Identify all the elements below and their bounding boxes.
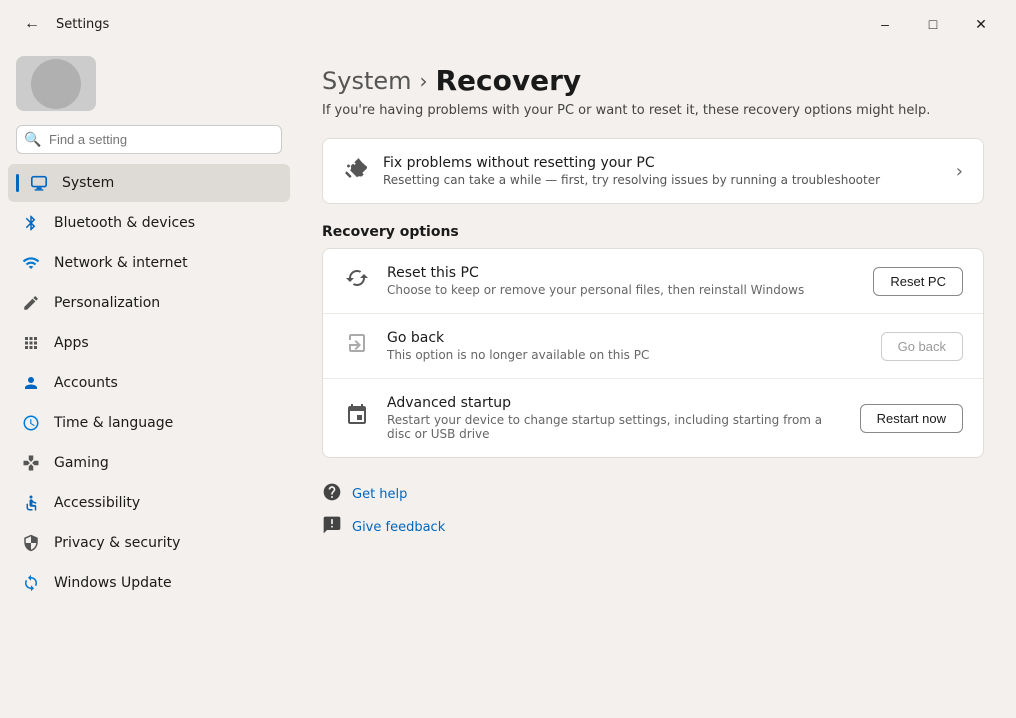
- search-icon: 🔍: [24, 132, 41, 148]
- sidebar-label-time: Time & language: [54, 415, 173, 431]
- fix-problems-text: Fix problems without resetting your PC R…: [383, 155, 940, 187]
- sidebar-label-privacy: Privacy & security: [54, 535, 180, 551]
- reset-pc-desc: Choose to keep or remove your personal f…: [387, 283, 857, 297]
- get-help-link[interactable]: Get help: [322, 482, 984, 507]
- sidebar-label-system: System: [62, 175, 114, 191]
- get-help-label: Get help: [352, 487, 407, 502]
- accounts-icon: [20, 372, 42, 394]
- advanced-startup-desc: Restart your device to change startup se…: [387, 413, 844, 441]
- fix-problems-title: Fix problems without resetting your PC: [383, 155, 940, 171]
- reset-pc-text: Reset this PC Choose to keep or remove y…: [387, 265, 857, 297]
- close-button[interactable]: ✕: [958, 8, 1004, 40]
- apps-icon: [20, 332, 42, 354]
- reset-icon: [343, 266, 371, 296]
- give-feedback-link[interactable]: Give feedback: [322, 515, 984, 540]
- go-back-text: Go back This option is no longer availab…: [387, 330, 865, 362]
- advanced-startup-title: Advanced startup: [387, 395, 844, 411]
- sidebar-label-bluetooth: Bluetooth & devices: [54, 215, 195, 231]
- sidebar-item-accessibility[interactable]: Accessibility: [8, 484, 290, 522]
- reset-pc-title: Reset this PC: [387, 265, 857, 281]
- avatar: [16, 56, 96, 111]
- time-icon: [20, 412, 42, 434]
- sidebar-item-personalization[interactable]: Personalization: [8, 284, 290, 322]
- sidebar-item-gaming[interactable]: Gaming: [8, 444, 290, 482]
- gaming-icon: [20, 452, 42, 474]
- sidebar-label-accounts: Accounts: [54, 375, 118, 391]
- search-box: 🔍: [16, 125, 282, 154]
- reset-pc-button[interactable]: Reset PC: [873, 267, 963, 296]
- option-row-go-back: Go back This option is no longer availab…: [323, 314, 983, 379]
- network-icon: [20, 252, 42, 274]
- update-icon: [20, 572, 42, 594]
- sidebar-label-update: Windows Update: [54, 575, 172, 591]
- breadcrumb: System › Recovery: [322, 64, 984, 97]
- main-content: System › Recovery If you're having probl…: [290, 44, 1016, 718]
- sidebar-item-privacy[interactable]: Privacy & security: [8, 524, 290, 562]
- personalization-icon: [20, 292, 42, 314]
- fix-problems-desc: Resetting can take a while — first, try …: [383, 173, 940, 187]
- restart-now-button[interactable]: Restart now: [860, 404, 963, 433]
- wrench-icon: [343, 156, 367, 186]
- sidebar: 🔍 System Bluetooth & devices Network & i…: [0, 44, 290, 718]
- breadcrumb-current: Recovery: [436, 64, 582, 97]
- sidebar-item-accounts[interactable]: Accounts: [8, 364, 290, 402]
- advanced-startup-text: Advanced startup Restart your device to …: [387, 395, 844, 441]
- page-subtitle: If you're having problems with your PC o…: [322, 103, 984, 118]
- sidebar-label-apps: Apps: [54, 335, 89, 351]
- go-back-title: Go back: [387, 330, 865, 346]
- sidebar-item-time[interactable]: Time & language: [8, 404, 290, 442]
- sidebar-item-bluetooth[interactable]: Bluetooth & devices: [8, 204, 290, 242]
- go-back-icon: [343, 331, 371, 361]
- sidebar-item-update[interactable]: Windows Update: [8, 564, 290, 602]
- app-title: Settings: [56, 17, 109, 32]
- accessibility-icon: [20, 492, 42, 514]
- get-help-icon: [322, 482, 342, 507]
- chevron-right-icon: ›: [956, 161, 963, 182]
- fix-problems-card[interactable]: Fix problems without resetting your PC R…: [322, 138, 984, 204]
- recovery-options-list: Reset this PC Choose to keep or remove y…: [322, 248, 984, 458]
- breadcrumb-parent[interactable]: System: [322, 67, 412, 95]
- system-icon: [28, 172, 50, 194]
- sidebar-item-system[interactable]: System: [8, 164, 290, 202]
- advanced-startup-icon: [343, 403, 371, 433]
- breadcrumb-separator: ›: [420, 69, 428, 93]
- sidebar-label-network: Network & internet: [54, 255, 188, 271]
- sidebar-item-apps[interactable]: Apps: [8, 324, 290, 362]
- sidebar-label-personalization: Personalization: [54, 295, 160, 311]
- sidebar-item-network[interactable]: Network & internet: [8, 244, 290, 282]
- go-back-desc: This option is no longer available on th…: [387, 348, 865, 362]
- search-input[interactable]: [16, 125, 282, 154]
- give-feedback-label: Give feedback: [352, 520, 445, 535]
- bluetooth-icon: [20, 212, 42, 234]
- minimize-button[interactable]: –: [862, 8, 908, 40]
- active-indicator: [16, 174, 19, 192]
- sidebar-label-gaming: Gaming: [54, 455, 109, 471]
- recovery-options-title: Recovery options: [322, 224, 984, 240]
- title-bar: ← Settings – □ ✕: [0, 0, 1016, 44]
- sidebar-label-accessibility: Accessibility: [54, 495, 140, 511]
- back-button[interactable]: ←: [16, 8, 48, 40]
- window-controls: – □ ✕: [862, 8, 1004, 40]
- give-feedback-icon: [322, 515, 342, 540]
- option-row-advanced-startup: Advanced startup Restart your device to …: [323, 379, 983, 457]
- app-layout: 🔍 System Bluetooth & devices Network & i…: [0, 44, 1016, 718]
- maximize-button[interactable]: □: [910, 8, 956, 40]
- option-row-reset: Reset this PC Choose to keep or remove y…: [323, 249, 983, 314]
- go-back-button[interactable]: Go back: [881, 332, 963, 361]
- privacy-icon: [20, 532, 42, 554]
- footer-links: Get help Give feedback: [322, 482, 984, 540]
